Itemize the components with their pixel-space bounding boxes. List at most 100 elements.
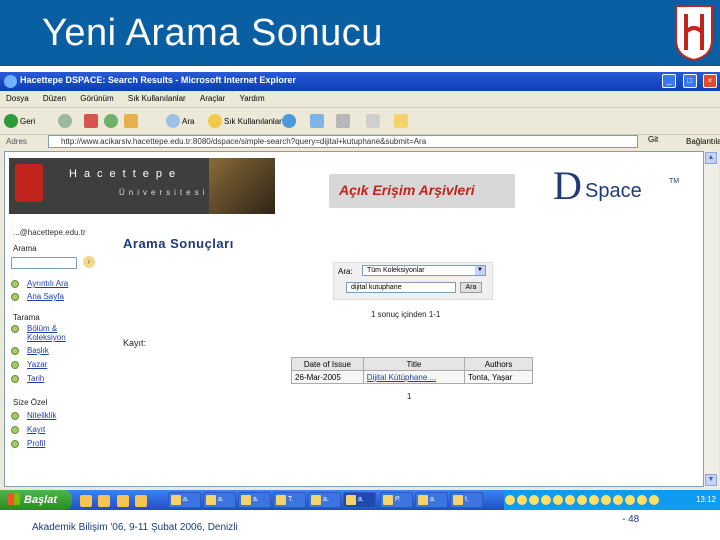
go-button[interactable]: Git — [648, 135, 658, 144]
history-button[interactable] — [282, 113, 296, 129]
university-name: Hacettepe — [69, 168, 183, 180]
tray-icon[interactable] — [517, 495, 527, 505]
back-arrow-icon — [4, 114, 18, 128]
search-submit-button[interactable]: Ara — [460, 282, 482, 293]
stop-button[interactable] — [84, 113, 98, 129]
edit-button[interactable] — [366, 113, 380, 129]
window-title: Hacettepe DSPACE: Search Results - Micro… — [20, 75, 296, 85]
sidebar-link-home[interactable]: Ana Sayfa — [27, 292, 64, 301]
home-icon — [124, 114, 138, 128]
sidebar-link-titles[interactable]: Başlık — [27, 346, 49, 355]
address-label: Adres — [6, 137, 27, 146]
home-button[interactable] — [124, 113, 138, 129]
open-access-logo[interactable]: Açık Erişim Arşivleri — [329, 174, 515, 208]
start-button[interactable]: Başlat — [0, 490, 72, 510]
page-title: Arama Sonuçları — [123, 236, 234, 251]
bullet-icon — [11, 361, 19, 369]
sidebar-link-advanced-search[interactable]: Ayrıntılı Ara — [27, 279, 68, 288]
sidebar-link-authors[interactable]: Yazar — [27, 360, 47, 369]
quick-launch — [80, 494, 149, 512]
taskbar-item[interactable]: t. — [450, 492, 483, 508]
slide-title: Yeni Arama Sonucu — [42, 12, 383, 54]
menu-tools[interactable]: Araçlar — [200, 94, 225, 103]
tray-icon[interactable] — [589, 495, 599, 505]
sidebar-link-profile[interactable]: Profil — [27, 439, 45, 448]
tray-icon[interactable] — [601, 495, 611, 505]
bullet-icon — [11, 325, 19, 333]
back-button[interactable]: Geri — [4, 113, 35, 129]
folder-button[interactable] — [394, 113, 408, 129]
sidebar-search-input[interactable] — [11, 257, 77, 269]
sidebar: ...@hacettepe.edu.tr Arama › Ayrıntılı A… — [5, 222, 117, 488]
quick-launch-icon[interactable] — [116, 495, 129, 507]
quick-launch-icon[interactable] — [135, 495, 148, 507]
menu-help[interactable]: Yardım — [240, 94, 265, 103]
quick-launch-icon[interactable] — [98, 495, 111, 507]
taskbar-item[interactable]: a. — [203, 492, 236, 508]
search-panel: Ara: Tüm Koleksiyonlar ▼ dijital kutupha… — [333, 262, 493, 300]
maximize-button[interactable]: □ — [682, 74, 697, 88]
taskbar-item[interactable]: a. — [168, 492, 201, 508]
browse-section-label: Tarama — [13, 313, 40, 322]
tray-icon[interactable] — [613, 495, 623, 505]
scroll-down-icon[interactable]: ▼ — [705, 474, 717, 486]
dspace-logo[interactable]: D Space TM — [553, 163, 685, 208]
folder-icon — [394, 114, 408, 128]
bullet-icon — [11, 375, 19, 383]
scope-select[interactable]: Tüm Koleksiyonlar ▼ — [362, 265, 486, 276]
mail-button[interactable] — [310, 113, 324, 129]
taskbar-item[interactable]: a. — [308, 492, 341, 508]
search-section-label: Arama — [13, 244, 37, 253]
sidebar-link-collections[interactable]: Bölüm & Koleksiyon — [27, 324, 97, 342]
taskbar-item-active[interactable]: a. — [343, 492, 376, 508]
bullet-icon — [11, 347, 19, 355]
tray-icon[interactable] — [625, 495, 635, 505]
tray-icon[interactable] — [577, 495, 587, 505]
page-viewport: Hacettepe Üniversitesi Açık Erişim Arşiv… — [4, 151, 704, 487]
menu-file[interactable]: Dosya — [6, 94, 29, 103]
menu-view[interactable]: Görünüm — [80, 94, 113, 103]
favorites-button[interactable]: Sık Kullanılanlar — [208, 113, 282, 129]
close-button[interactable]: × — [703, 74, 717, 88]
sidebar-link-dates[interactable]: Tarih — [27, 374, 44, 383]
tray-icon[interactable] — [553, 495, 563, 505]
menu-edit[interactable]: Düzen — [43, 94, 66, 103]
tray-icon[interactable] — [505, 495, 515, 505]
links-label[interactable]: Bağlantılar — [686, 137, 720, 146]
minimize-button[interactable]: _ — [662, 74, 677, 88]
tray-icon[interactable] — [529, 495, 539, 505]
vertical-scrollbar[interactable]: ▲ ▼ — [704, 151, 718, 487]
scroll-up-icon[interactable]: ▲ — [705, 152, 717, 164]
forward-button[interactable] — [58, 113, 72, 129]
address-input[interactable]: http://www.acikarsiv.hacettepe.edu.tr:80… — [48, 135, 638, 148]
query-input[interactable]: dijital kutuphane — [346, 282, 456, 293]
taskbar-item[interactable]: P. — [380, 492, 413, 508]
taskbar-item[interactable]: a. — [415, 492, 448, 508]
refresh-button[interactable] — [104, 113, 118, 129]
bullet-icon — [11, 440, 19, 448]
page-number[interactable]: 1 — [407, 392, 411, 401]
table-row: 26-Mar-2005 Dijital Kütüphane ... Tonta,… — [291, 370, 533, 384]
sidebar-link-register[interactable]: Kayıt — [27, 425, 45, 434]
result-title-link[interactable]: Dijital Kütüphane ... — [367, 373, 436, 382]
cell-authors: Tonta, Yaşar — [464, 370, 533, 384]
taskbar-item[interactable]: T. — [273, 492, 306, 508]
sidebar-search-go-icon[interactable]: › — [83, 256, 95, 268]
tray-icon[interactable] — [565, 495, 575, 505]
slide-footer-event: Akademik Bilişim '06, 9-11 Şubat 2006, D… — [32, 522, 238, 533]
stop-icon — [84, 114, 98, 128]
bullet-icon — [11, 412, 19, 420]
chevron-down-icon: ▼ — [475, 266, 485, 275]
hacettepe-banner[interactable]: Hacettepe Üniversitesi — [9, 158, 275, 214]
tray-icon[interactable] — [649, 495, 659, 505]
search-button[interactable]: Ara — [166, 113, 194, 129]
menu-favorites[interactable]: Sık Kullanılanlar — [128, 94, 186, 103]
column-header-authors: Authors — [464, 357, 533, 371]
sidebar-link-subscriptions[interactable]: Niteliklik — [27, 411, 56, 420]
tray-icon[interactable] — [541, 495, 551, 505]
tray-icon[interactable] — [637, 495, 647, 505]
print-button[interactable] — [336, 113, 350, 129]
personal-section-label: Size Özel — [13, 398, 48, 407]
taskbar-item[interactable]: a. — [238, 492, 271, 508]
quick-launch-icon[interactable] — [80, 495, 92, 507]
